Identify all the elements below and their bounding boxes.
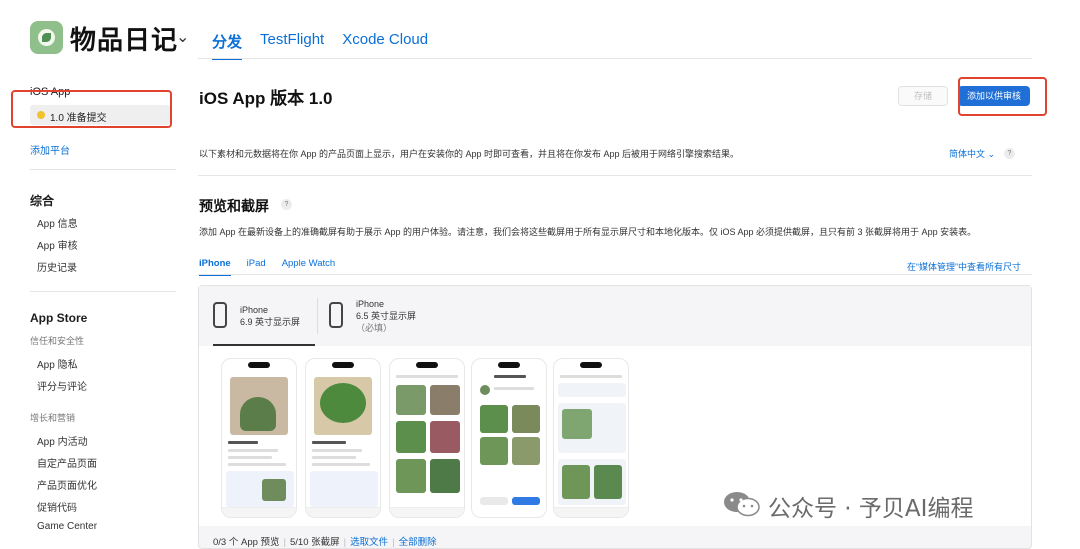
sidebar-divider	[30, 291, 176, 292]
sidebar-item-in-app-events[interactable]: App 内活动	[37, 433, 88, 448]
sidebar-item-promo-codes[interactable]: 促销代码	[37, 499, 77, 514]
divider	[198, 274, 1032, 275]
sidebar-heading-app-store: App Store	[30, 311, 88, 325]
sidebar: iOS App 1.0 准备提交 添加平台 综合 App 信息 App 审核 历…	[0, 60, 185, 549]
chevron-down-icon[interactable]: ⌄	[176, 27, 189, 47]
screenshot-footer: 0/3 个 App 预览 | 5/10 张截屏 | 选取文件 | 全部删除	[213, 537, 437, 548]
sidebar-item-game-center[interactable]: Game Center	[37, 521, 97, 532]
tab-xcode-cloud[interactable]: Xcode Cloud	[342, 31, 428, 60]
sidebar-item-app-review[interactable]: App 审核	[37, 237, 78, 252]
save-button[interactable]: 存储	[898, 86, 948, 106]
size-tab-6-9[interactable]: iPhone 6.9 英寸显示屏	[213, 296, 315, 346]
sidebar-item-app-info[interactable]: App 信息	[37, 215, 78, 230]
top-tabs: 分发 TestFlight Xcode Cloud	[212, 31, 446, 60]
size-tab-label: iPhone 6.5 英寸显示屏 （必填）	[356, 298, 416, 334]
size-tab-required: （必填）	[356, 323, 393, 333]
highlight-annotation	[958, 77, 1047, 116]
sidebar-subheading-trust: 信任和安全性	[30, 336, 85, 346]
sidebar-item-custom-pages[interactable]: 自定产品页面	[37, 455, 97, 470]
preview-section-description: 添加 App 在最新设备上的准确截屏有助于展示 App 的用户体验。请注意，我们…	[199, 227, 977, 237]
media-manager-link[interactable]: 在“媒体管理”中查看所有尺寸	[907, 260, 1021, 273]
sidebar-item-history[interactable]: 历史记录	[37, 259, 77, 274]
iphone-icon	[213, 302, 227, 328]
sidebar-item-app-privacy[interactable]: App 隐私	[37, 356, 78, 371]
language-label: 简体中文	[949, 149, 986, 159]
screenshot-count: 5/10 张截屏	[290, 537, 340, 548]
screenshot-thumbnail[interactable]	[553, 358, 629, 518]
page-title: iOS App 版本 1.0	[199, 89, 333, 108]
screenshot-thumbnail[interactable]	[471, 358, 547, 518]
app-name[interactable]: 物品日记	[70, 20, 178, 57]
delete-all-link[interactable]: 全部删除	[399, 537, 437, 548]
chevron-down-icon: ⌄	[987, 149, 996, 159]
wechat-icon	[724, 492, 760, 517]
sidebar-divider	[30, 169, 176, 170]
size-tab-device: iPhone	[240, 305, 269, 315]
highlight-annotation	[11, 90, 172, 128]
app-icon[interactable]	[30, 21, 63, 54]
sidebar-item-page-optimization[interactable]: 产品页面优化	[37, 477, 97, 492]
sidebar-subheading-growth: 增长和营销	[30, 413, 76, 423]
preview-section-title: 预览和截屏	[199, 198, 269, 214]
app-header: 物品日记 ⌄ 分发 TestFlight Xcode Cloud	[0, 0, 1080, 60]
tab-distribution[interactable]: 分发	[212, 31, 243, 60]
size-tab-device: iPhone	[356, 299, 385, 309]
size-tab-size: 6.9 英寸显示屏	[240, 317, 301, 327]
size-tab-label: iPhone 6.9 英寸显示屏	[240, 304, 300, 328]
choose-file-link[interactable]: 选取文件	[350, 537, 388, 548]
size-tab-6-5[interactable]: iPhone 6.5 英寸显示屏 （必填）	[329, 296, 439, 346]
screenshot-thumbnail[interactable]	[221, 358, 297, 518]
screenshot-thumbnail[interactable]	[305, 358, 381, 518]
size-tabs: iPhone 6.9 英寸显示屏 iPhone 6.5 英寸显示屏 （必填）	[199, 286, 1031, 346]
intro-text: 以下素材和元数据将在你 App 的产品页面上显示，用户在安装你的 App 时即可…	[199, 149, 740, 159]
main-content: iOS App 版本 1.0 存储 添加以供审核 以下素材和元数据将在你 App…	[198, 60, 1047, 549]
help-icon[interactable]: ?	[1004, 148, 1015, 159]
screenshot-thumbnail[interactable]	[389, 358, 465, 518]
header-divider	[198, 58, 1032, 59]
preview-count: 0/3 个 App 预览	[213, 537, 280, 548]
language-select[interactable]: 简体中文 ⌄	[949, 147, 995, 160]
divider	[198, 175, 1032, 176]
iphone-icon	[329, 302, 343, 328]
divider	[317, 298, 318, 334]
sidebar-heading-general: 综合	[30, 194, 55, 208]
watermark: 公众号 · 予贝AI编程	[722, 487, 1052, 523]
add-platform-link[interactable]: 添加平台	[30, 142, 70, 157]
size-tab-size: 6.5 英寸显示屏	[356, 311, 417, 321]
tab-testflight[interactable]: TestFlight	[260, 31, 324, 60]
help-icon[interactable]: ?	[281, 199, 292, 210]
watermark-text: 公众号 · 予贝AI编程	[768, 496, 974, 522]
sidebar-item-ratings[interactable]: 评分与评论	[37, 378, 87, 393]
